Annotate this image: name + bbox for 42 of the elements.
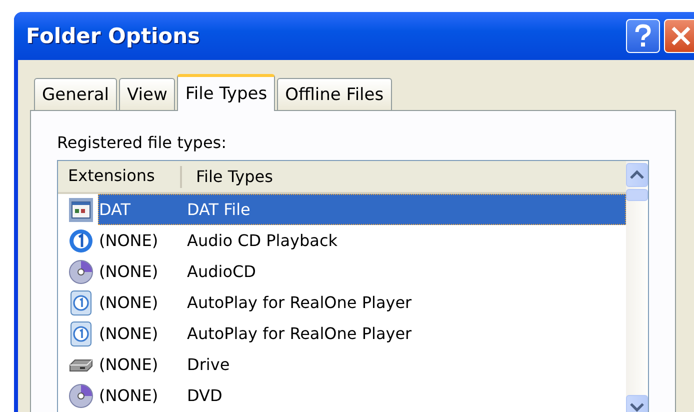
- extension-cell-text: DAT: [99, 200, 132, 219]
- help-button[interactable]: [626, 19, 660, 53]
- file-type-cell: Audio CD Playback: [187, 231, 338, 250]
- list-row[interactable]: (NONE) AudioCD: [98, 256, 626, 287]
- scroll-down-button[interactable]: [626, 395, 648, 412]
- info-tile-icon: [68, 320, 94, 346]
- file-type-cell: AutoPlay for RealOne Player: [187, 324, 412, 343]
- info-tile-icon: [68, 290, 94, 316]
- scrollbar[interactable]: [626, 161, 648, 412]
- file-icon: [68, 196, 94, 222]
- file-type-cell: AudioCD: [187, 262, 256, 281]
- list-row[interactable]: (NONE) AutoPlay for RealOne Player: [98, 318, 626, 349]
- tab[interactable]: File Types: [177, 74, 276, 111]
- column-header[interactable]: File Types: [182, 167, 273, 186]
- extension-cell-text: (NONE): [99, 262, 160, 281]
- list-row[interactable]: (NONE) DVD: [98, 380, 626, 411]
- file-type-cell: DAT File: [187, 200, 250, 219]
- disc-icon: [68, 382, 94, 408]
- disc-icon: [68, 258, 94, 284]
- file-type-cell: Drive: [187, 355, 230, 374]
- list-row[interactable]: (NONE) Drive: [98, 349, 626, 380]
- close-button[interactable]: [664, 19, 694, 53]
- window-title: Folder Options: [26, 24, 200, 48]
- extension-cell-text: (NONE): [99, 355, 160, 374]
- extension-cell-text: (NONE): [99, 324, 160, 343]
- list-row[interactable]: (NONE) Audio CD Playback: [98, 225, 626, 256]
- tab[interactable]: General: [34, 78, 117, 110]
- extension-cell-text: (NONE): [99, 293, 160, 312]
- scroll-thumb[interactable]: [626, 189, 648, 201]
- tab[interactable]: Offline Files: [277, 78, 392, 110]
- tab[interactable]: View: [119, 78, 176, 110]
- file-type-cell: AutoPlay for RealOne Player: [187, 293, 412, 312]
- list-row[interactable]: DAT DAT File: [98, 194, 626, 225]
- list-row[interactable]: (NONE) AutoPlay for RealOne Player: [98, 287, 626, 318]
- list-label: Registered file types:: [57, 133, 228, 152]
- close-icon: [670, 25, 692, 47]
- column-header[interactable]: Extensions: [58, 166, 182, 188]
- info-badge-icon: [68, 228, 94, 254]
- extension-cell-text: (NONE): [99, 386, 160, 405]
- file-type-cell: DVD: [187, 386, 222, 405]
- extension-cell-text: (NONE): [99, 231, 160, 250]
- scroll-up-button[interactable]: [626, 163, 648, 187]
